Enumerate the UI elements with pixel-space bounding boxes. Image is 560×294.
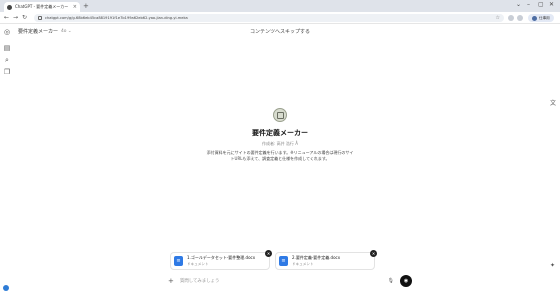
forward-icon[interactable]: → [13, 14, 18, 22]
document-icon [276, 111, 284, 119]
voice-mode-button[interactable]: ◉ [400, 275, 412, 287]
address-bar[interactable]: chatgpt.com/g/g-68b6eb45ca8819191f1e7b19… [34, 14, 504, 22]
tab-title: ChatGPT - 要件定義メーカー [15, 4, 69, 9]
attachment-filename: 1.ゴールデータセット-要件整理.docx [187, 255, 256, 260]
gpt-description: 添付資料を元にサイトの要件定義を行います。※リニューアルの場合は現行のサイ トU… [0, 150, 560, 162]
back-icon[interactable]: ← [4, 14, 9, 22]
url-text: chatgpt.com/g/g-68b6eb45ca8819191f1e7b19… [45, 16, 188, 20]
microphone-icon[interactable]: 🎙 [388, 278, 394, 284]
model-version-label: 4o ⌄ [61, 29, 72, 34]
file-doc-icon: ≡ [174, 256, 183, 266]
tab-search-icon[interactable]: ⌄ [516, 1, 521, 9]
remove-attachment-button[interactable]: ✕ [265, 250, 272, 257]
close-window-icon[interactable]: ✕ [549, 1, 554, 9]
sparkle-icon[interactable]: ✦ [550, 262, 555, 269]
app-status-icon[interactable] [3, 285, 9, 291]
attachment-filename: 2.要件定義-要件定義.docx [292, 255, 341, 260]
attachment-card[interactable]: ≡ 1.ゴールデータセット-要件整理.docx ドキュメント ✕ [170, 250, 272, 270]
attachment-card[interactable]: ≡ 2.要件定義-要件定義.docx ドキュメント ✕ [275, 250, 377, 270]
profile-avatar [532, 15, 537, 21]
minimize-icon[interactable]: – [527, 1, 530, 9]
gpt-title-label: 要件定義メーカー [18, 29, 59, 35]
browser-tabstrip: ChatGPT - 要件定義メーカー × + ⌄ – ▢ ✕ [0, 0, 560, 12]
tab-chatgpt[interactable]: ChatGPT - 要件定義メーカー × [4, 2, 80, 12]
bookmark-star-icon[interactable]: ☆ [496, 15, 500, 21]
gpt-profile: 要件定義メーカー 作成者: 高井 浩行 Å 添付資料を元にサイトの要件定義を行い… [0, 108, 560, 162]
profile-button[interactable]: 仕事用 [528, 14, 554, 22]
tab-close-icon[interactable]: × [73, 4, 77, 10]
site-info-icon[interactable] [38, 16, 42, 20]
gpt-name: 要件定義メーカー [252, 129, 308, 137]
attachment-type: ドキュメント [292, 262, 314, 266]
chatgpt-favicon-icon [7, 4, 12, 10]
file-doc-icon: ≡ [279, 256, 288, 266]
prompt-input[interactable]: 質問してみましょう [180, 278, 388, 284]
message-composer: + 質問してみましょう 🎙 ◉ [168, 272, 412, 290]
add-attachment-button[interactable]: + [168, 277, 178, 285]
gpt-description-line2: トURLも添えて、調査定義と仕様を作成してくれます。 [230, 156, 330, 161]
gpt-author: 作成者: 高井 浩行 Å [262, 141, 298, 146]
reload-icon[interactable]: ↻ [22, 14, 27, 22]
remove-attachment-button[interactable]: ✕ [370, 250, 377, 257]
library-icon[interactable]: ❐ [3, 68, 11, 76]
gpt-model-selector[interactable]: 要件定義メーカー 4o ⌄ [18, 28, 72, 35]
skip-to-content-link[interactable]: コンテンツへスキップする [250, 28, 310, 35]
translate-icon[interactable]: 文 [550, 98, 556, 107]
gpt-avatar [273, 108, 287, 122]
downloads-icon[interactable] [517, 15, 523, 21]
search-icon[interactable]: ⌕ [3, 56, 11, 64]
browser-toolbar: ← → ↻ chatgpt.com/g/g-68b6eb45ca8819191f… [0, 12, 560, 24]
attachment-type: ドキュメント [187, 262, 209, 266]
sidebar-toggle-icon[interactable]: ▤ [3, 44, 11, 52]
new-tab-button[interactable]: + [83, 2, 89, 10]
extension-icon[interactable] [508, 15, 514, 21]
profile-label: 仕事用 [539, 16, 550, 20]
maximize-icon[interactable]: ▢ [538, 1, 544, 9]
chatgpt-logo-icon[interactable]: ◎ [3, 28, 11, 36]
